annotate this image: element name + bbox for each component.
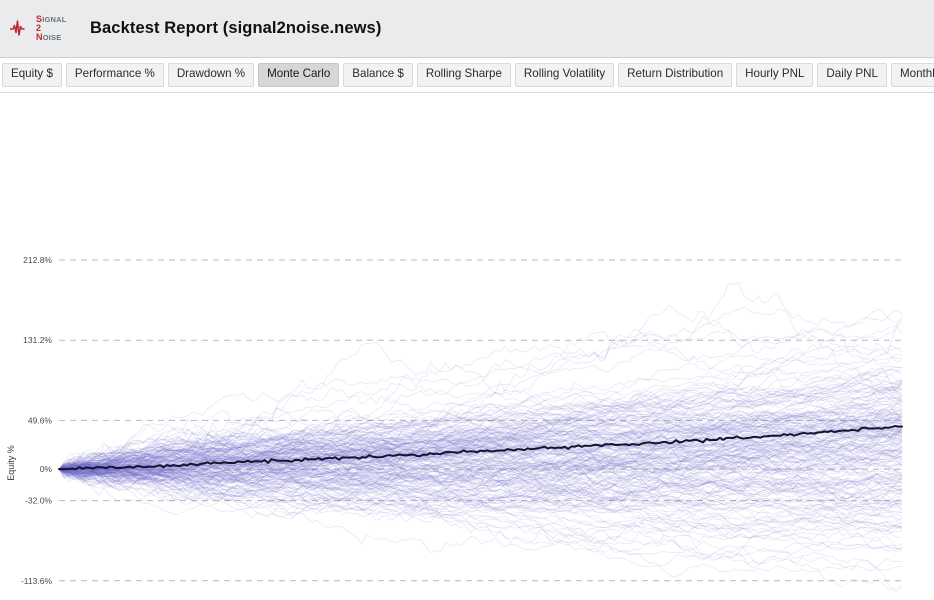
y-tick-label: -113.6% [21, 576, 52, 586]
brand-n: N [36, 32, 43, 43]
monte-carlo-chart-panel: Equity % Number of Trades 212.8%131.2%49… [0, 93, 934, 599]
y-tick-label: 212.8% [23, 255, 52, 265]
page-title: Backtest Report (signal2noise.news) [90, 19, 382, 37]
tab-return-distribution[interactable]: Return Distribution [618, 63, 733, 87]
y-tick-label: 49.6% [28, 415, 53, 425]
tab-rolling-volatility[interactable]: Rolling Volatility [514, 63, 615, 87]
y-tick-label: -32.0% [25, 496, 52, 506]
tab-equity[interactable]: Equity $ [2, 63, 62, 87]
brand-oise: OISE [42, 33, 62, 43]
tab-drawdown[interactable]: Drawdown % [167, 63, 255, 87]
tab-daily-pnl[interactable]: Daily PNL [817, 63, 887, 87]
y-tick-label: 0% [40, 464, 53, 474]
tab-balance[interactable]: Balance $ [343, 63, 413, 87]
monte-carlo-chart: Equity % Number of Trades 212.8%131.2%49… [6, 255, 903, 591]
brand-logo: SIGNAL 2 NOISE [10, 14, 72, 43]
brand-wordmark: SIGNAL 2 NOISE [36, 14, 67, 43]
pulse-waveform-icon [10, 20, 25, 37]
tab-monthly-pnl[interactable]: Monthly PNL [890, 63, 934, 87]
report-tab-bar: Equity $ Performance % Drawdown % Monte Car… [0, 58, 934, 93]
brand-line-noise: NOISE [36, 32, 67, 43]
y-tick-label: 131.2% [23, 335, 52, 345]
y-axis-title: Equity % [6, 445, 16, 481]
tab-performance[interactable]: Performance % [65, 63, 164, 87]
y-axis-tick-labels: 212.8%131.2%49.6%0%-32.0%-113.6%-195.2% [21, 255, 53, 586]
brand-ignal: IGNAL [42, 14, 67, 24]
app-header: SIGNAL 2 NOISE Backtest Report (signal2n… [0, 0, 934, 58]
tab-rolling-sharpe[interactable]: Rolling Sharpe [416, 63, 511, 87]
tab-monte-carlo[interactable]: Monte Carlo [258, 63, 340, 87]
tab-hourly-pnl[interactable]: Hourly PNL [736, 63, 814, 87]
